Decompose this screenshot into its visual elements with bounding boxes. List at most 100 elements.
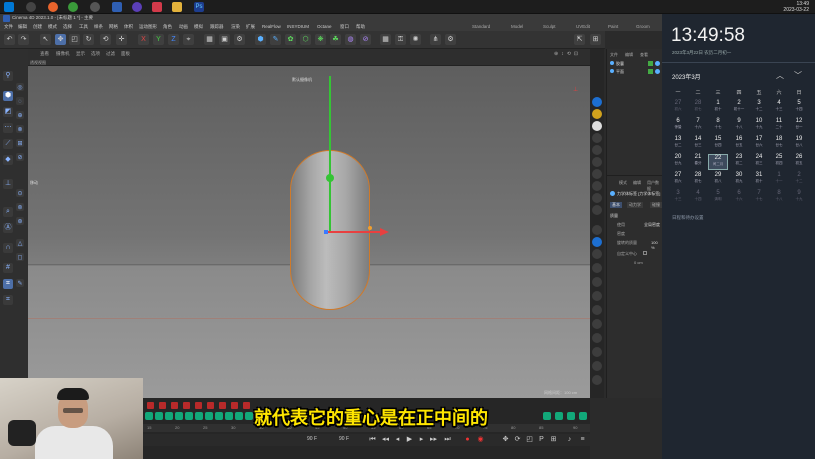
vp-menu-display[interactable]: 显示: [76, 51, 85, 57]
timeline-menu-icon[interactable]: ≡: [578, 435, 587, 444]
keyframe-icon[interactable]: [171, 402, 178, 409]
calendar-day[interactable]: 11 二十: [769, 118, 789, 134]
menu-select[interactable]: 选择: [63, 23, 72, 31]
render-picture-viewer-icon[interactable]: ▣: [219, 34, 230, 45]
om-tab-view[interactable]: 查看: [640, 52, 648, 58]
calendar-day[interactable]: 28 初七: [688, 172, 708, 188]
prev-frame-icon[interactable]: ◂: [393, 435, 402, 444]
tag-icon[interactable]: [592, 277, 602, 287]
object-icon[interactable]: [592, 97, 602, 107]
next-frame-icon[interactable]: ▸: [417, 435, 426, 444]
move-tool-icon[interactable]: ✥: [55, 34, 66, 45]
visibility-check-icon[interactable]: [648, 61, 653, 66]
search-icon[interactable]: [26, 2, 36, 12]
calendar-day[interactable]: 27 初六: [668, 172, 688, 188]
calendar-day[interactable]: 8 十七: [708, 118, 728, 134]
tag-icon[interactable]: [592, 263, 602, 273]
polygon-pen-icon[interactable]: ⋔: [430, 34, 441, 45]
chrome-icon[interactable]: [68, 2, 78, 12]
select-tool-icon[interactable]: ↖: [40, 34, 51, 45]
tag-icon[interactable]: [592, 157, 602, 167]
calendar-day[interactable]: 2 初十一: [729, 100, 749, 116]
calendar-day[interactable]: 10 十九: [749, 118, 769, 134]
key-scale-icon[interactable]: ◰: [525, 435, 534, 444]
layout-groom[interactable]: Groom: [636, 23, 650, 31]
x-axis-handle[interactable]: [326, 231, 382, 233]
tag-icon[interactable]: [592, 305, 602, 315]
calendar-day[interactable]: 1 十一: [769, 172, 789, 188]
menu-extensions[interactable]: 扩展: [246, 23, 255, 31]
grid-icon[interactable]: #: [3, 263, 13, 273]
tag-icon[interactable]: [592, 319, 602, 329]
x-axis-arrow-icon[interactable]: [380, 228, 389, 236]
calendar-day[interactable]: 3 十二: [749, 100, 769, 116]
calendar-day[interactable]: 6 十六: [729, 190, 749, 206]
tool-icon[interactable]: [567, 412, 575, 420]
tool-icon[interactable]: [555, 412, 563, 420]
calendar-day[interactable]: 13 廿二: [668, 136, 688, 152]
undo-icon[interactable]: ↶: [4, 34, 15, 45]
axis-mode-icon[interactable]: ⊥: [3, 179, 13, 189]
calendar-day[interactable]: 23 初二: [729, 154, 749, 170]
am-tab-mode[interactable]: 模式: [619, 180, 627, 186]
vp-menu-panel[interactable]: 面板: [121, 51, 130, 57]
calendar-day[interactable]: 1 初十: [708, 100, 728, 116]
calendar-footer[interactable]: 日程和待办设置: [672, 215, 704, 221]
tag-icon[interactable]: [592, 145, 602, 155]
calendar-day[interactable]: 15 廿四: [708, 136, 728, 152]
tag-icon[interactable]: [592, 361, 602, 371]
texture-mode-icon[interactable]: ◩: [3, 107, 13, 117]
key-pla-icon[interactable]: ⊞: [549, 435, 558, 444]
viewport-nav-icons[interactable]: ⊕↕⟲⊡: [554, 51, 584, 57]
play-icon[interactable]: ▶: [405, 435, 414, 444]
am-subtab-dynamics[interactable]: 动力学: [627, 202, 643, 208]
dynamics-tag-icon[interactable]: [655, 61, 660, 66]
calendar-day[interactable]: 28 初七: [688, 100, 708, 116]
magnet-icon[interactable]: ∩: [3, 243, 13, 253]
menu-window[interactable]: 窗口: [340, 23, 349, 31]
cinema4d-taskbar-icon[interactable]: [112, 2, 122, 12]
tool-icon[interactable]: ⊙: [16, 189, 24, 197]
calendar-day[interactable]: 20 廿九: [668, 154, 688, 170]
calendar-day[interactable]: 12 廿一: [789, 118, 809, 134]
visibility-check-icon[interactable]: [648, 69, 653, 74]
menu-edit[interactable]: 编辑: [18, 23, 27, 31]
cube-icon[interactable]: ⬢: [255, 34, 266, 45]
calendar-day[interactable]: 24 初三: [749, 154, 769, 170]
keyframe-icon[interactable]: [231, 402, 238, 409]
om-row-capsule[interactable]: 胶囊: [610, 61, 662, 67]
folder-icon[interactable]: [172, 2, 182, 12]
tool-icon[interactable]: [175, 412, 183, 420]
tool-icon[interactable]: [543, 412, 551, 420]
menu-file[interactable]: 文件: [4, 23, 13, 31]
tool-icon[interactable]: ⊞: [16, 139, 24, 147]
vp-menu-filter[interactable]: 过滤: [106, 51, 115, 57]
attr-value-rotational-mass[interactable]: 100 %: [651, 240, 662, 250]
viewport-3d[interactable]: 默认摄像机 移动 网格间距：100 cm ⊥: [28, 66, 590, 398]
menu-help[interactable]: 帮助: [356, 23, 365, 31]
keyframe-icon[interactable]: [159, 402, 166, 409]
layout-sculpt[interactable]: Sculpt: [543, 23, 556, 31]
keyframe-icon[interactable]: [207, 402, 214, 409]
live-selection-icon[interactable]: ⚲: [3, 71, 13, 81]
calendar-day[interactable]: 14 廿三: [688, 136, 708, 152]
recent-tool-icon[interactable]: ⟲: [100, 34, 111, 45]
tag-icon[interactable]: [592, 169, 602, 179]
calendar-day[interactable]: 31 初十: [749, 172, 769, 188]
dynamics-tag-icon[interactable]: [655, 69, 660, 74]
calendar-day[interactable]: 27 初六: [668, 100, 688, 116]
enable-snap-icon[interactable]: ⌕: [3, 207, 13, 217]
y-axis-handle[interactable]: [329, 76, 331, 231]
frame-end-field[interactable]: 90 F: [339, 436, 349, 442]
menu-mesh[interactable]: 网格: [109, 23, 118, 31]
layout-menu-icon[interactable]: ⊞: [590, 34, 601, 45]
z-axis-handle[interactable]: [324, 230, 328, 234]
calendar-day[interactable]: 30 初九: [729, 172, 749, 188]
tool-icon[interactable]: [195, 412, 203, 420]
capsule-handle-dot[interactable]: [368, 226, 372, 230]
tool-icon[interactable]: [205, 412, 213, 420]
menu-create[interactable]: 创建: [33, 23, 42, 31]
tool-icon[interactable]: ⊗: [16, 125, 24, 133]
calendar-month[interactable]: 2023年3月: [672, 72, 701, 81]
om-tab-edit[interactable]: 编辑: [625, 52, 633, 58]
